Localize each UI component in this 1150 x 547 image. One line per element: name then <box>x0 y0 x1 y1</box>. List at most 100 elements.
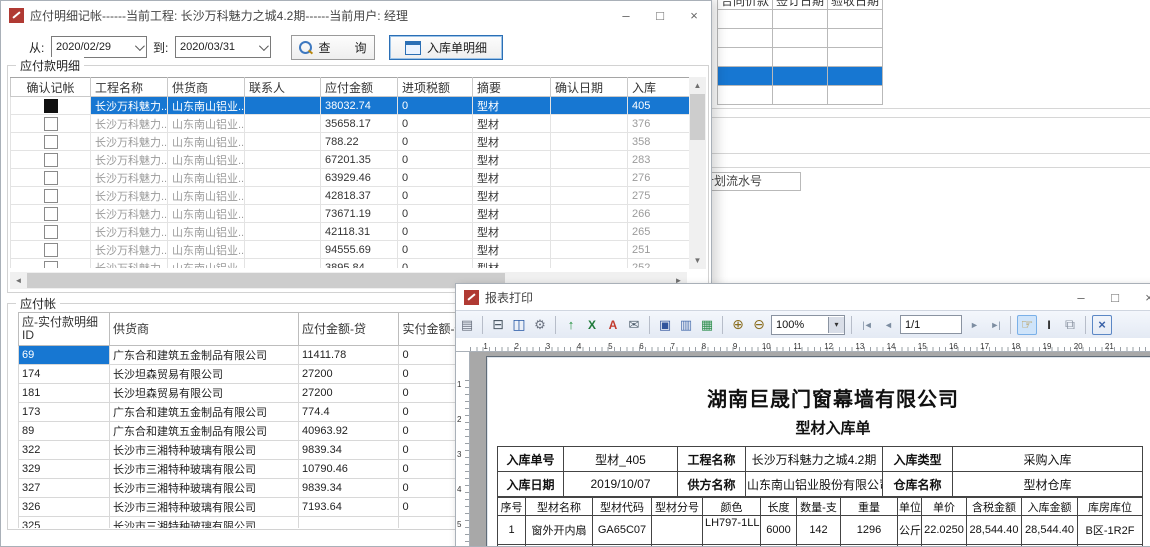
cell[interactable]: 0 <box>398 259 473 269</box>
confirm-cell[interactable] <box>11 115 91 133</box>
title-bar[interactable]: 应付明细记帐------当前工程: 长沙万科魅力之城4.2期------当前用户… <box>1 1 711 29</box>
cell[interactable]: 山东南山铝业... <box>168 241 245 259</box>
column-header[interactable]: 型材代码 <box>593 498 652 516</box>
page-indicator[interactable]: 1/1 <box>900 315 962 334</box>
cell[interactable]: 长沙市三湘特种玻璃有限公司 <box>109 460 298 479</box>
cell[interactable] <box>245 259 321 269</box>
hand-tool-icon[interactable]: ☞ <box>1017 315 1037 335</box>
cell[interactable]: 326 <box>19 498 110 517</box>
cell[interactable]: 仓库名称 <box>883 472 953 497</box>
vertical-scrollbar[interactable]: ▲ ▼ <box>689 77 706 269</box>
column-header[interactable]: 签订日期 <box>773 0 828 10</box>
cell[interactable]: 长沙万科魅力... <box>91 169 168 187</box>
cell[interactable]: 266 <box>628 205 691 223</box>
cell[interactable] <box>773 67 828 86</box>
column-header[interactable]: 型材分号 <box>652 498 703 516</box>
cell[interactable]: 10790.46 <box>299 460 399 479</box>
cell[interactable]: GA65C07 <box>593 516 652 545</box>
cell[interactable]: 入库单号 <box>498 447 564 472</box>
confirm-cell[interactable] <box>11 223 91 241</box>
cell[interactable]: 0 <box>398 205 473 223</box>
cell[interactable] <box>245 115 321 133</box>
cell[interactable]: 山东南山铝业... <box>168 151 245 169</box>
cell[interactable]: 174 <box>19 365 110 384</box>
column-header[interactable]: 确认日期 <box>551 78 628 97</box>
cell[interactable]: 788.22 <box>321 133 398 151</box>
cell[interactable] <box>551 241 628 259</box>
cell[interactable]: 型材 <box>473 187 551 205</box>
detail-grid-body[interactable]: 长沙万科魅力...山东南山铝业...38032.740型材405长沙万科魅力..… <box>11 97 691 269</box>
cell[interactable] <box>551 259 628 269</box>
column-header[interactable]: 长度 <box>761 498 797 516</box>
cell[interactable]: 长沙市三湘特种玻璃有限公司 <box>109 479 298 498</box>
zoom-out-icon[interactable]: ⊖ <box>750 316 768 334</box>
toc-panel-icon[interactable]: ▤ <box>458 316 476 334</box>
cell[interactable] <box>245 187 321 205</box>
cell[interactable] <box>718 48 773 67</box>
cell[interactable]: 山东南山铝业... <box>168 205 245 223</box>
cell[interactable]: 73671.19 <box>321 205 398 223</box>
cell[interactable]: 35658.17 <box>321 115 398 133</box>
cell[interactable]: 山东南山铝业... <box>168 133 245 151</box>
column-header[interactable]: 联系人 <box>245 78 321 97</box>
cell[interactable] <box>551 169 628 187</box>
cell[interactable] <box>245 169 321 187</box>
scroll-up-arrow[interactable]: ▲ <box>689 77 706 94</box>
cell[interactable]: 型材 <box>473 241 551 259</box>
cell[interactable]: 2019/10/07 <box>564 472 678 497</box>
from-date-picker[interactable]: 2020/02/29 <box>51 36 147 58</box>
cell[interactable] <box>773 10 828 29</box>
confirm-checkbox[interactable] <box>44 171 58 185</box>
column-header[interactable]: 进项税额 <box>398 78 473 97</box>
cell[interactable]: 265 <box>628 223 691 241</box>
column-header[interactable]: 重量 <box>841 498 898 516</box>
cell[interactable] <box>828 10 883 29</box>
cell[interactable]: 1296 <box>841 516 898 545</box>
cell[interactable]: 公斤 <box>898 516 922 545</box>
cell[interactable] <box>551 187 628 205</box>
cell[interactable] <box>551 97 628 115</box>
cell[interactable]: 公斤 <box>898 545 922 547</box>
cell[interactable]: 0 <box>398 115 473 133</box>
title-bar[interactable]: 报表打印 – □ × <box>456 284 1150 310</box>
cell[interactable]: 69 <box>19 346 110 365</box>
cell[interactable]: 43 <box>797 545 841 547</box>
excel-export-icon[interactable]: X <box>583 316 601 334</box>
cell[interactable]: 6000 <box>761 545 797 547</box>
confirm-checkbox[interactable] <box>44 135 58 149</box>
column-header[interactable]: 型材名称 <box>526 498 593 516</box>
cell[interactable]: 型材 <box>473 205 551 223</box>
cell[interactable]: 山东南山铝业... <box>168 259 245 269</box>
cell[interactable]: 0 <box>398 151 473 169</box>
confirm-checkbox[interactable] <box>44 243 58 257</box>
print-icon[interactable]: ⊟ <box>489 316 507 334</box>
cell[interactable]: 0 <box>398 241 473 259</box>
cell[interactable]: 供方名称 <box>678 472 746 497</box>
cell[interactable]: 山东南山铝业... <box>168 223 245 241</box>
column-header[interactable]: 含税金额 <box>967 498 1022 516</box>
cell[interactable]: 山东南山铝业... <box>168 115 245 133</box>
cell[interactable]: 325 <box>19 517 110 529</box>
save-icon[interactable]: ▣ <box>656 316 674 334</box>
column-header[interactable]: 确认记帐 <box>11 78 91 97</box>
cell[interactable] <box>828 29 883 48</box>
cell[interactable] <box>245 133 321 151</box>
cell[interactable]: 长沙坦森贸易有限公司 <box>109 384 298 403</box>
confirm-checkbox[interactable] <box>44 261 58 269</box>
column-header[interactable]: 单价 <box>922 498 967 516</box>
cell[interactable]: 327 <box>19 479 110 498</box>
cell[interactable] <box>299 517 399 529</box>
cell[interactable]: B区-1R2F <box>1078 516 1143 545</box>
column-header[interactable]: 摘要 <box>473 78 551 97</box>
cell[interactable]: 长沙万科魅力... <box>91 133 168 151</box>
cell[interactable]: 89 <box>19 422 110 441</box>
cell[interactable]: 329 <box>19 460 110 479</box>
cell[interactable]: 275 <box>628 187 691 205</box>
cell[interactable]: 广东合和建筑五金制品有限公司 <box>109 422 298 441</box>
cell[interactable]: 42818.37 <box>321 187 398 205</box>
cell[interactable]: 长沙万科魅力... <box>91 97 168 115</box>
close-preview-icon[interactable]: × <box>1092 315 1112 335</box>
cell[interactable] <box>718 10 773 29</box>
close-button[interactable]: × <box>1132 285 1150 309</box>
cell[interactable]: 63929.46 <box>321 169 398 187</box>
